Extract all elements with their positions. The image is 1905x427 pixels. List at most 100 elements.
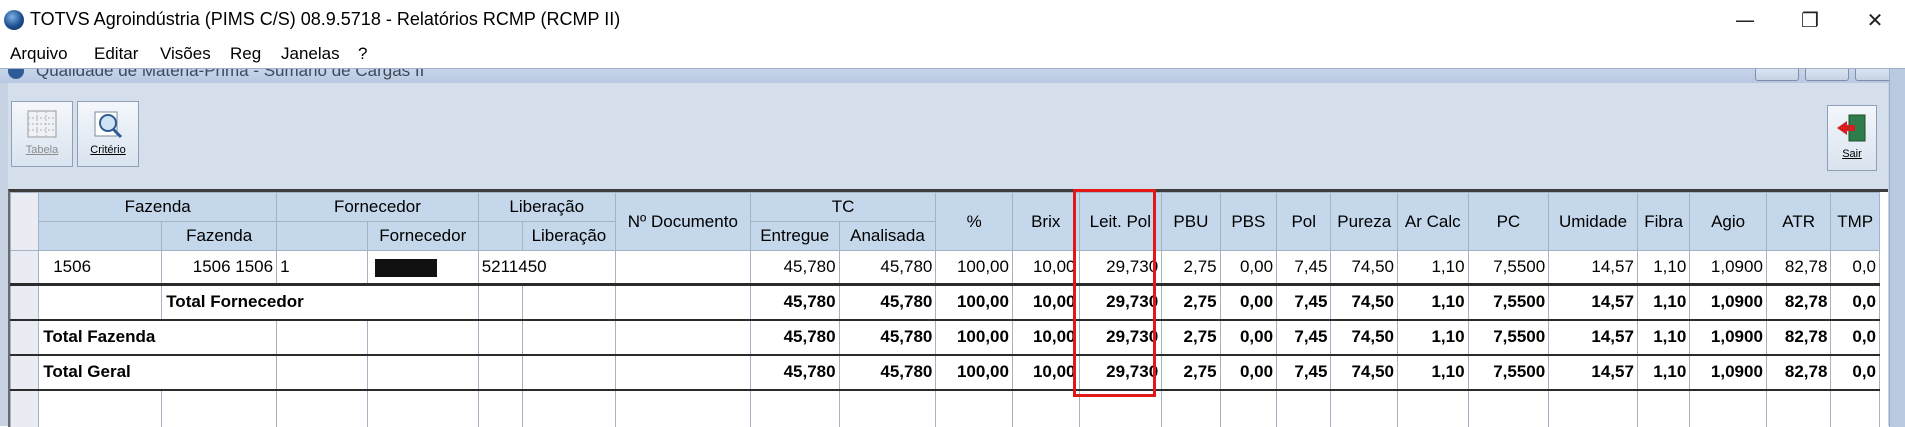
total-pc[interactable]: 7,5500 — [1468, 285, 1549, 320]
total-atr[interactable]: 82,78 — [1766, 355, 1831, 390]
total-geral-row[interactable]: Total Geral 45,780 45,780 100,00 10,00 2… — [11, 355, 1880, 390]
total-brix[interactable]: 10,00 — [1012, 285, 1079, 320]
sair-button[interactable]: Sair — [1827, 105, 1877, 171]
total-fibra[interactable]: 1,10 — [1637, 355, 1689, 390]
header-fibra[interactable]: Fibra — [1637, 193, 1689, 251]
total-pc[interactable]: 7,5500 — [1468, 355, 1549, 390]
total-pct[interactable]: 100,00 — [936, 285, 1013, 320]
header-agio[interactable]: Agio — [1690, 193, 1767, 251]
total-pureza[interactable]: 74,50 — [1331, 320, 1398, 355]
cell-pureza[interactable]: 74,50 — [1331, 251, 1398, 285]
menu-reg[interactable]: Reg — [230, 44, 261, 64]
total-tmp[interactable]: 0,0 — [1831, 320, 1880, 355]
total-agio[interactable]: 1,0900 — [1690, 285, 1767, 320]
total-pol[interactable]: 7,45 — [1277, 355, 1331, 390]
cell-fornecedor-code[interactable]: 1 — [277, 251, 368, 285]
total-pbu[interactable]: 2,75 — [1162, 320, 1220, 355]
header-fazenda[interactable]: Fazenda — [39, 193, 277, 222]
total-umidade[interactable]: 14,57 — [1549, 285, 1638, 320]
total-pct[interactable]: 100,00 — [936, 320, 1013, 355]
total-tc-analisada[interactable]: 45,780 — [839, 320, 936, 355]
total-pbs[interactable]: 0,00 — [1220, 285, 1276, 320]
header-fornecedor[interactable]: Fornecedor — [277, 193, 479, 222]
cell-tc-analisada[interactable]: 45,780 — [839, 251, 936, 285]
restore-button[interactable]: ❐ — [1780, 2, 1840, 38]
header-pbs[interactable]: PBS — [1220, 193, 1276, 251]
total-pbu[interactable]: 2,75 — [1162, 285, 1220, 320]
total-agio[interactable]: 1,0900 — [1690, 355, 1767, 390]
row-indicator[interactable] — [11, 355, 39, 390]
header-umidade[interactable]: Umidade — [1549, 193, 1638, 251]
total-tmp[interactable]: 0,0 — [1831, 355, 1880, 390]
total-pol[interactable]: 7,45 — [1277, 320, 1331, 355]
header-pureza[interactable]: Pureza — [1331, 193, 1398, 251]
header-tc[interactable]: TC — [750, 193, 935, 222]
total-pol[interactable]: 7,45 — [1277, 285, 1331, 320]
header-documento[interactable]: Nº Documento — [615, 193, 750, 251]
cell-fornecedor[interactable] — [367, 251, 478, 285]
cell-umidade[interactable]: 14,57 — [1549, 251, 1638, 285]
total-ar-calc[interactable]: 1,10 — [1398, 320, 1469, 355]
total-tc-analisada[interactable]: 45,780 — [839, 355, 936, 390]
cell-ar-calc[interactable]: 1,10 — [1398, 251, 1469, 285]
total-atr[interactable]: 82,78 — [1766, 285, 1831, 320]
close-button[interactable]: ✕ — [1845, 2, 1905, 38]
cell-pbs[interactable]: 0,00 — [1220, 251, 1276, 285]
header-brix[interactable]: Brix — [1012, 193, 1079, 251]
total-tc-entregue[interactable]: 45,780 — [750, 320, 839, 355]
cell-fazenda[interactable]: 1506 1506 — [162, 251, 277, 285]
total-brix[interactable]: 10,00 — [1012, 355, 1079, 390]
total-pureza[interactable]: 74,50 — [1331, 285, 1398, 320]
total-pc[interactable]: 7,5500 — [1468, 320, 1549, 355]
total-fibra[interactable]: 1,10 — [1637, 285, 1689, 320]
total-fibra[interactable]: 1,10 — [1637, 320, 1689, 355]
row-indicator[interactable] — [11, 320, 39, 355]
criterio-button[interactable]: Critério — [77, 101, 139, 167]
menu-janelas[interactable]: Janelas — [281, 44, 340, 64]
total-leit-pol[interactable]: 29,730 — [1079, 285, 1162, 320]
total-pureza[interactable]: 74,50 — [1331, 355, 1398, 390]
total-tc-analisada[interactable]: 45,780 — [839, 285, 936, 320]
header-liberacao[interactable]: Liberação — [478, 193, 615, 222]
cell-documento[interactable] — [615, 251, 750, 285]
subheader-fornecedor[interactable]: Fornecedor — [367, 222, 478, 251]
total-umidade[interactable]: 14,57 — [1549, 355, 1638, 390]
total-pbu[interactable]: 2,75 — [1162, 355, 1220, 390]
header-pct[interactable]: % — [936, 193, 1013, 251]
cell-agio[interactable]: 1,0900 — [1690, 251, 1767, 285]
header-pol[interactable]: Pol — [1277, 193, 1331, 251]
subheader-analisada[interactable]: Analisada — [839, 222, 936, 251]
total-leit-pol[interactable]: 29,730 — [1079, 320, 1162, 355]
cell-liberacao[interactable]: 5211450 — [478, 251, 615, 285]
cell-leit-pol[interactable]: 29,730 — [1079, 251, 1162, 285]
header-pbu[interactable]: PBU — [1162, 193, 1220, 251]
menu-editar[interactable]: Editar — [94, 44, 138, 64]
total-fazenda-row[interactable]: Total Fazenda 45,780 45,780 100,00 10,00… — [11, 320, 1880, 355]
total-leit-pol[interactable]: 29,730 — [1079, 355, 1162, 390]
header-pc[interactable]: PC — [1468, 193, 1549, 251]
minimize-button[interactable]: — — [1715, 2, 1775, 38]
total-agio[interactable]: 1,0900 — [1690, 320, 1767, 355]
cell-tc-entregue[interactable]: 45,780 — [750, 251, 839, 285]
total-umidade[interactable]: 14,57 — [1549, 320, 1638, 355]
total-tc-entregue[interactable]: 45,780 — [750, 285, 839, 320]
header-tmp[interactable]: TMP — [1831, 193, 1880, 251]
row-indicator[interactable] — [11, 251, 39, 285]
cell-brix[interactable]: 10,00 — [1012, 251, 1079, 285]
total-brix[interactable]: 10,00 — [1012, 320, 1079, 355]
menu-arquivo[interactable]: Arquivo — [10, 44, 68, 64]
total-fornecedor-row[interactable]: Total Fornecedor 45,780 45,780 100,00 10… — [11, 285, 1880, 320]
subheader-fazenda[interactable]: Fazenda — [162, 222, 277, 251]
child-maximize-button[interactable] — [1805, 69, 1849, 81]
cell-pc[interactable]: 7,5500 — [1468, 251, 1549, 285]
cell-atr[interactable]: 82,78 — [1766, 251, 1831, 285]
cell-tmp[interactable]: 0,0 — [1831, 251, 1880, 285]
menu-visoes[interactable]: Visões — [160, 44, 211, 64]
child-minimize-button[interactable] — [1755, 69, 1799, 81]
tabela-button[interactable]: Tabela — [11, 101, 73, 167]
header-ar-calc[interactable]: Ar Calc — [1398, 193, 1469, 251]
total-pbs[interactable]: 0,00 — [1220, 355, 1276, 390]
menu-help[interactable]: ? — [358, 44, 367, 64]
subheader-entregue[interactable]: Entregue — [750, 222, 839, 251]
total-pbs[interactable]: 0,00 — [1220, 320, 1276, 355]
